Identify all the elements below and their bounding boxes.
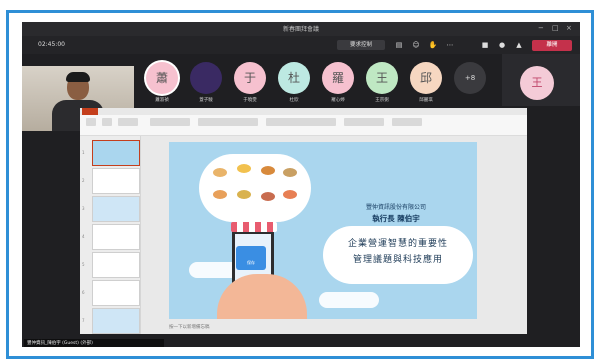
participant-avatar[interactable]: 于 (234, 62, 266, 94)
app-label: 保存 (247, 260, 255, 265)
pizza-icon (213, 190, 227, 199)
food-speech-bubble (199, 154, 311, 222)
fries-icon (237, 164, 251, 173)
slide-title-line2: 管理議題與科技應用 (352, 255, 443, 265)
slide-number: 2 (82, 178, 85, 183)
participant-name: 杜欣 (289, 98, 299, 103)
slide-thumbnail-3[interactable] (92, 196, 140, 222)
more-participants-button[interactable]: +8 (454, 62, 486, 94)
executive-name: 執行長 陳伯宇 (372, 214, 420, 223)
shared-screen-powerpoint: 1 2 3 4 5 6 7 保存 豐仲資訊股份有限公司 執行長 陳伯宇 企業營運… (80, 108, 527, 334)
camera-icon[interactable]: ■ (480, 40, 490, 50)
slide-thumbnail-4[interactable] (92, 224, 140, 250)
presenter-hair (66, 72, 90, 82)
drawing-group[interactable] (266, 118, 336, 126)
title-bar: 新春團拜會議 − □ × (22, 22, 580, 36)
slide-thumbnail-7[interactable] (92, 308, 140, 334)
slide-thumbnail-2[interactable] (92, 168, 140, 194)
teams-meeting-window: 新春團拜會議 − □ × 02:45:00 要求控制 ▤ ☺ ✋ ⋯ ■ ● ▲… (22, 22, 580, 347)
participant-name: 王宗弼 (375, 98, 389, 103)
chat-icon[interactable]: ▤ (394, 40, 404, 50)
presenter-name-bar: 豐仲資訊_陳伯宇 (Guest) (外部) (24, 339, 164, 347)
sandwich-icon (237, 190, 251, 199)
participant-name: 蓋子駿 (199, 98, 213, 103)
slide-number: 6 (82, 290, 85, 295)
slide-number: 4 (82, 234, 85, 239)
maximize-button[interactable]: □ (552, 24, 559, 32)
slide-editor: 保存 豐仲資訊股份有限公司 執行長 陳伯宇 企業營運智慧的重要性 管理議題與科技… (141, 136, 527, 334)
slide-thumbnail-1[interactable] (92, 140, 140, 166)
participant-avatar[interactable]: 邱 (410, 62, 442, 94)
slide-title-line1: 企業營運智慧的重要性 (347, 239, 448, 249)
request-control-button[interactable]: 要求控制 (337, 40, 385, 50)
participant-avatar[interactable]: 杜 (278, 62, 310, 94)
participant-avatar[interactable] (190, 62, 222, 94)
participant-strip: 蕭 蕭淑禎 蓋子駿 于 于曉雯 杜 杜欣 羅 羅心婷 王 王宗弼 邱 邱麗琪 +… (142, 62, 502, 106)
raise-hand-icon[interactable]: ✋ (428, 40, 438, 50)
participant-avatar[interactable]: 王 (366, 62, 398, 94)
layout-icon[interactable] (118, 118, 138, 126)
participant-name: 邱麗琪 (419, 98, 433, 103)
self-avatar[interactable]: 王 (520, 66, 554, 100)
mic-icon[interactable]: ● (497, 40, 507, 50)
editing-group[interactable] (392, 118, 422, 126)
meeting-timer: 02:45:00 (38, 41, 65, 48)
slide-title-box[interactable]: 豐仲資訊股份有限公司 執行長 陳伯宇 企業營運智慧的重要性 管理議題與科技應用 (323, 202, 477, 312)
leave-button[interactable]: 離開 (532, 40, 572, 51)
ribbon-tabs (80, 108, 527, 115)
steak-icon (261, 192, 275, 201)
arrange-group[interactable] (344, 118, 384, 126)
pie-icon (261, 166, 275, 175)
participant-name: 蕭淑禎 (155, 98, 169, 103)
minimize-button[interactable]: − (538, 24, 544, 32)
participant-avatar[interactable]: 羅 (322, 62, 354, 94)
slide-number: 5 (82, 262, 85, 267)
participant-name: 于曉雯 (243, 98, 257, 103)
meeting-toolbar: 02:45:00 要求控制 ▤ ☺ ✋ ⋯ ■ ● ▲ 離開 (22, 36, 580, 54)
notes-pane[interactable]: 按一下以新增備忘稿 (169, 324, 210, 330)
share-icon[interactable]: ▲ (514, 40, 524, 50)
window-title: 新春團拜會議 (282, 26, 319, 33)
new-slide-icon[interactable] (102, 118, 112, 126)
ppt-ribbon (80, 108, 527, 136)
shop-awning (231, 222, 277, 232)
company-name: 豐仲資訊股份有限公司 (365, 204, 426, 211)
paragraph-group[interactable] (198, 118, 258, 126)
pizza-icon (213, 168, 227, 177)
reactions-icon[interactable]: ☺ (411, 40, 421, 50)
participant-name: 羅心婷 (331, 98, 345, 103)
current-slide[interactable]: 保存 豐仲資訊股份有限公司 執行長 陳伯宇 企業營運智慧的重要性 管理議題與科技… (169, 142, 477, 319)
ribbon-file-tab[interactable] (82, 108, 98, 115)
salmon-icon (283, 190, 297, 199)
slide-thumbnails: 1 2 3 4 5 6 7 (80, 136, 141, 334)
slide-number: 7 (82, 318, 85, 323)
more-icon[interactable]: ⋯ (445, 40, 455, 50)
slide-thumbnail-5[interactable] (92, 252, 140, 278)
hand-illustration (217, 274, 307, 319)
slide-number: 3 (82, 206, 85, 211)
participant-avatar[interactable]: 蕭 (146, 62, 178, 94)
close-button[interactable]: × (566, 24, 572, 32)
slide-number: 1 (82, 150, 85, 155)
presenter-label: 豐仲資訊_陳伯宇 (Guest) (外部) (27, 341, 93, 346)
paste-icon[interactable] (86, 118, 96, 126)
font-box[interactable] (150, 118, 190, 126)
bread-icon (283, 168, 297, 177)
app-card: 保存 (236, 246, 266, 270)
slide-thumbnail-6[interactable] (92, 280, 140, 306)
